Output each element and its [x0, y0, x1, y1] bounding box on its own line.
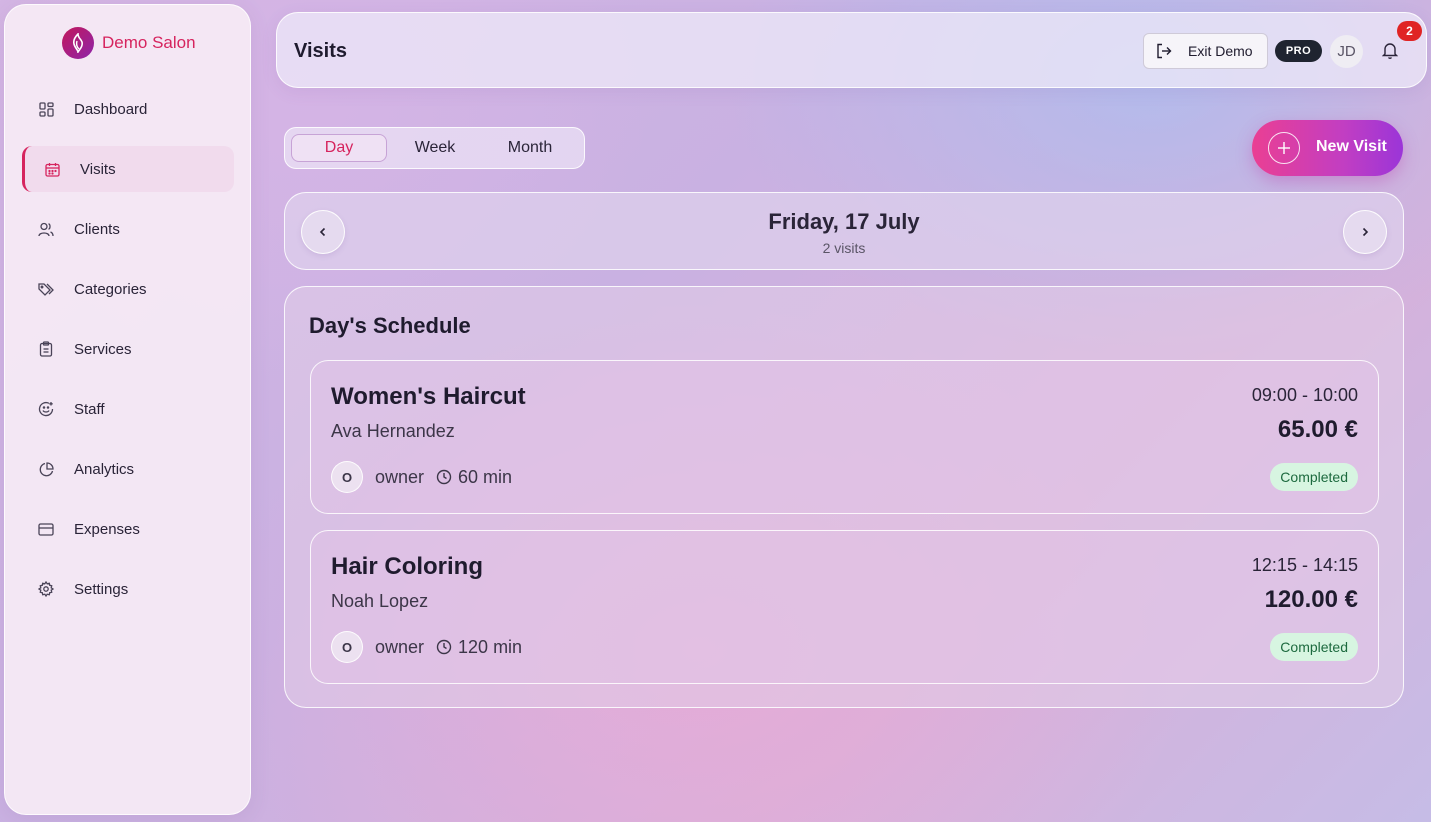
clock-icon	[436, 469, 452, 485]
status-badge: Completed	[1270, 463, 1358, 491]
exit-demo-label: Exit Demo	[1188, 43, 1253, 59]
staff-avatar: O	[331, 461, 363, 493]
staff-name: owner	[375, 466, 425, 487]
sidebar-item-services[interactable]: Services	[22, 326, 234, 372]
current-date: Friday, 17 July	[768, 209, 920, 234]
sidebar: Demo Salon Dashboard Visits Clients Cate…	[4, 4, 251, 815]
credit-card-icon	[38, 521, 54, 537]
sidebar-item-categories[interactable]: Categories	[22, 266, 234, 312]
new-visit-button[interactable]: New Visit	[1252, 120, 1403, 176]
visit-price: 65.00 €	[1277, 416, 1358, 443]
visit-meta: O owner 60 min	[331, 461, 512, 493]
avatar[interactable]: JD	[1330, 35, 1363, 68]
visit-client: Ava Hernandez	[331, 421, 455, 441]
tags-icon	[38, 281, 54, 297]
sidebar-item-settings[interactable]: Settings	[22, 566, 234, 612]
chevron-right-icon	[1360, 226, 1370, 238]
clock-icon	[436, 639, 452, 655]
sidebar-item-label: Staff	[74, 400, 105, 418]
gear-icon	[38, 581, 54, 597]
sidebar-item-visits[interactable]: Visits	[22, 146, 234, 192]
visit-service: Women's Haircut	[331, 383, 526, 410]
brand-name: Demo Salon	[102, 33, 196, 52]
visit-duration: 60 min	[458, 466, 513, 487]
page-title: Visits	[294, 40, 347, 62]
calendar-icon	[44, 161, 60, 177]
view-toggle: Day Week Month	[284, 127, 585, 169]
sidebar-item-label: Services	[74, 340, 132, 358]
sidebar-item-expenses[interactable]: Expenses	[22, 506, 234, 552]
visit-time: 12:15 - 14:15	[1251, 555, 1358, 575]
notification-count-badge: 2	[1397, 21, 1422, 41]
sidebar-item-label: Analytics	[74, 460, 135, 478]
visit-duration: 120 min	[458, 636, 523, 657]
users-icon	[38, 221, 54, 237]
sidebar-item-label: Categories	[74, 280, 147, 298]
next-day-button[interactable]	[1343, 210, 1387, 254]
schedule-title: Day's Schedule	[309, 313, 471, 338]
staff-name: owner	[375, 636, 425, 657]
sidebar-item-label: Clients	[74, 220, 120, 238]
salon-logo-icon	[62, 27, 94, 59]
tab-month[interactable]: Month	[483, 134, 577, 162]
brand[interactable]: Demo Salon	[62, 26, 196, 60]
date-navigator: Friday, 17 July 2 visits	[284, 192, 1404, 270]
sidebar-item-label: Dashboard	[74, 100, 148, 118]
visit-count: 2 visits	[822, 240, 866, 256]
visit-meta: O owner 120 min	[331, 631, 522, 663]
dashboard-icon	[38, 101, 54, 117]
day-schedule: Day's Schedule Women's Haircut Ava Herna…	[284, 286, 1404, 708]
tab-day[interactable]: Day	[291, 134, 387, 162]
smile-icon	[38, 401, 54, 417]
plus-icon	[1268, 132, 1300, 164]
tab-week[interactable]: Week	[387, 134, 483, 162]
visit-time: 09:00 - 10:00	[1251, 385, 1358, 405]
visit-price: 120.00 €	[1264, 586, 1358, 613]
sidebar-item-clients[interactable]: Clients	[22, 206, 234, 252]
pie-chart-icon	[38, 461, 54, 477]
exit-demo-button[interactable]: Exit Demo	[1143, 33, 1268, 69]
sidebar-item-analytics[interactable]: Analytics	[22, 446, 234, 492]
logout-icon	[1156, 43, 1172, 59]
bell-icon[interactable]	[1379, 39, 1401, 61]
top-header: Visits Exit Demo PRO JD 2	[276, 12, 1427, 88]
visit-client: Noah Lopez	[331, 591, 429, 611]
visit-service: Hair Coloring	[331, 553, 484, 580]
sidebar-item-label: Settings	[74, 580, 129, 598]
plan-badge: PRO	[1275, 40, 1322, 62]
sidebar-item-label: Visits	[80, 160, 116, 178]
sidebar-item-label: Expenses	[74, 520, 140, 538]
staff-avatar: O	[331, 631, 363, 663]
visit-card[interactable]: Women's Haircut Ava Hernandez O owner 60…	[310, 360, 1379, 514]
sidebar-item-dashboard[interactable]: Dashboard	[22, 86, 234, 132]
sidebar-item-staff[interactable]: Staff	[22, 386, 234, 432]
clipboard-icon	[38, 341, 54, 357]
new-visit-label: New Visit	[1316, 138, 1387, 155]
visit-card[interactable]: Hair Coloring Noah Lopez O owner 120 min…	[310, 530, 1379, 684]
status-badge: Completed	[1270, 633, 1358, 661]
